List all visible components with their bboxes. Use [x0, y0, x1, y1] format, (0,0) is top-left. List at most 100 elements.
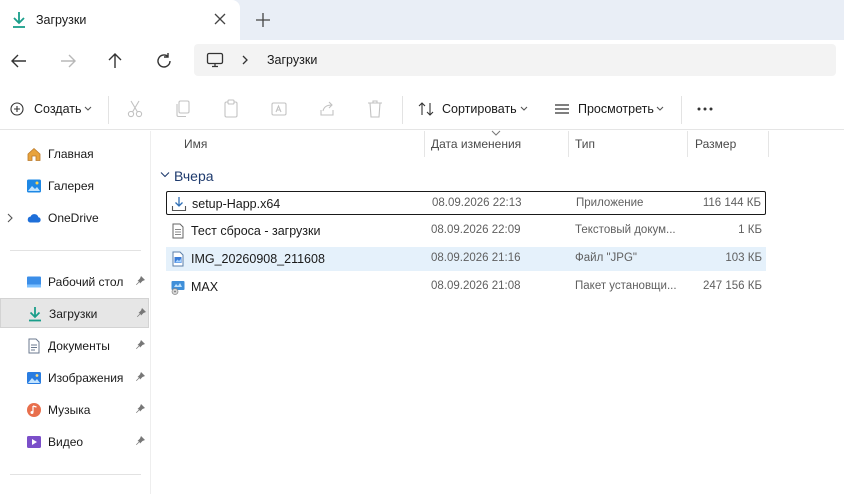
sidebar-item-label: Загрузки	[49, 307, 98, 321]
sidebar-item-label: Рабочий стол	[48, 275, 124, 289]
chevron-down-icon	[656, 106, 664, 111]
file-date: 08.09.2026 21:08	[431, 280, 521, 292]
installer-icon	[171, 281, 185, 295]
file-name: IMG_20260908_211608	[191, 252, 325, 266]
sidebar-item-pictures[interactable]: Изображения	[0, 363, 149, 393]
column-separator[interactable]	[424, 131, 425, 157]
sidebar-item-video[interactable]: Видео	[0, 427, 149, 457]
cut-icon[interactable]	[126, 98, 144, 120]
toolbar-divider	[681, 96, 682, 124]
pin-icon[interactable]	[134, 339, 146, 351]
computer-icon[interactable]	[206, 52, 224, 68]
file-row[interactable]: IMG_20260908_211608 08.09.2026 21:16 Фай…	[166, 247, 766, 271]
file-name: MAX	[191, 280, 219, 294]
pictures-icon	[27, 372, 41, 384]
forward-icon[interactable]	[57, 50, 79, 72]
chevron-right-icon[interactable]	[240, 54, 250, 66]
toolbar-divider	[108, 96, 109, 124]
chevron-down-icon[interactable]	[160, 171, 170, 179]
group-label: Вчера	[174, 168, 214, 184]
tab-downloads[interactable]: Загрузки	[0, 0, 240, 40]
pin-icon[interactable]	[134, 275, 146, 287]
paste-icon[interactable]	[222, 98, 240, 120]
more-options-icon[interactable]	[695, 98, 715, 120]
file-date: 08.09.2026 21:16	[431, 252, 521, 264]
documents-icon	[28, 338, 40, 354]
column-header-type[interactable]: Тип	[575, 137, 595, 151]
file-name: Тест сброса - загрузки	[191, 224, 321, 238]
sidebar-item-documents[interactable]: Документы	[0, 331, 149, 361]
column-separator[interactable]	[768, 131, 769, 157]
rename-icon[interactable]	[270, 98, 288, 120]
chevron-down-icon	[84, 106, 92, 111]
file-size: 116 144 КБ	[702, 197, 761, 209]
create-button[interactable]: Создать	[10, 98, 94, 120]
sidebar-item-downloads[interactable]: Загрузки	[0, 298, 149, 328]
video-icon	[27, 436, 41, 448]
text-file-icon	[172, 223, 184, 239]
sidebar-item-onedrive[interactable]: OneDrive	[0, 203, 149, 233]
file-size: 1 КБ	[738, 224, 762, 236]
sidebar-item-label: Видео	[48, 435, 84, 449]
up-icon[interactable]	[104, 50, 126, 72]
chevron-down-icon	[520, 106, 528, 111]
chevron-right-icon[interactable]	[6, 213, 14, 223]
new-tab-icon[interactable]	[254, 11, 272, 29]
image-file-icon	[172, 251, 184, 267]
breadcrumb[interactable]: Загрузки	[267, 53, 317, 67]
file-type: Файл "JPG"	[575, 252, 637, 264]
plus-icon	[10, 102, 24, 116]
pin-icon[interactable]	[135, 307, 147, 319]
file-row[interactable]: MAX 08.09.2026 21:08 Пакет установщи... …	[166, 275, 766, 299]
home-icon	[27, 147, 41, 161]
sidebar-item-label: Главная	[48, 147, 94, 161]
refresh-icon[interactable]	[153, 50, 175, 72]
sidebar-item-label: Документы	[48, 339, 110, 353]
share-icon[interactable]	[318, 98, 336, 120]
sidebar-item-label: OneDrive	[48, 211, 99, 225]
sort-label: Сортировать	[442, 102, 517, 116]
setup-icon	[171, 197, 187, 212]
title-bar: Загрузки	[0, 0, 844, 40]
tab-title: Загрузки	[36, 13, 87, 27]
copy-icon[interactable]	[174, 98, 192, 120]
sidebar-item-label: Музыка	[48, 403, 91, 417]
toolbar-divider	[402, 96, 403, 124]
pin-icon[interactable]	[134, 435, 146, 447]
pin-icon[interactable]	[134, 371, 146, 383]
column-separator[interactable]	[568, 131, 569, 157]
view-button[interactable]: Просмотреть	[554, 98, 666, 120]
file-row[interactable]: Тест сброса - загрузки 08.09.2026 22:09 …	[166, 219, 766, 243]
file-size: 103 КБ	[725, 252, 762, 264]
column-header-size[interactable]: Размер	[695, 137, 736, 151]
gallery-icon	[27, 179, 41, 193]
sidebar-item-gallery[interactable]: Галерея	[0, 171, 149, 201]
column-header-name[interactable]: Имя	[184, 137, 207, 151]
delete-icon[interactable]	[366, 98, 384, 120]
file-type: Пакет установщи...	[575, 280, 677, 292]
navigation-bar: Загрузки	[0, 40, 844, 80]
file-row[interactable]: setup-Happ.x64 08.09.2026 22:13 Приложен…	[166, 191, 766, 215]
file-type: Текстовый докум...	[575, 224, 676, 236]
close-tab-icon[interactable]	[212, 11, 228, 27]
sort-button[interactable]: Сортировать	[418, 98, 530, 120]
navigation-pane: Главная Галерея OneDrive Рабочий стол За…	[0, 131, 151, 494]
sidebar-item-home[interactable]: Главная	[0, 139, 149, 169]
sidebar-item-label: Изображения	[48, 371, 124, 385]
music-icon	[27, 403, 41, 417]
back-icon[interactable]	[8, 50, 30, 72]
address-bar[interactable]: Загрузки	[194, 44, 836, 76]
file-date: 08.09.2026 22:09	[431, 224, 521, 236]
view-icon	[555, 104, 569, 114]
download-icon	[13, 12, 25, 28]
desktop-icon	[27, 276, 41, 288]
sidebar-item-music[interactable]: Музыка	[0, 395, 149, 425]
column-separator[interactable]	[687, 131, 688, 157]
downloads-icon	[29, 307, 41, 322]
column-header-date[interactable]: Дата изменения	[431, 137, 521, 151]
sidebar-item-desktop[interactable]: Рабочий стол	[0, 267, 149, 297]
pin-icon[interactable]	[134, 403, 146, 415]
onedrive-icon	[27, 214, 41, 223]
sort-indicator-icon	[491, 130, 501, 136]
sort-icon	[418, 102, 434, 116]
